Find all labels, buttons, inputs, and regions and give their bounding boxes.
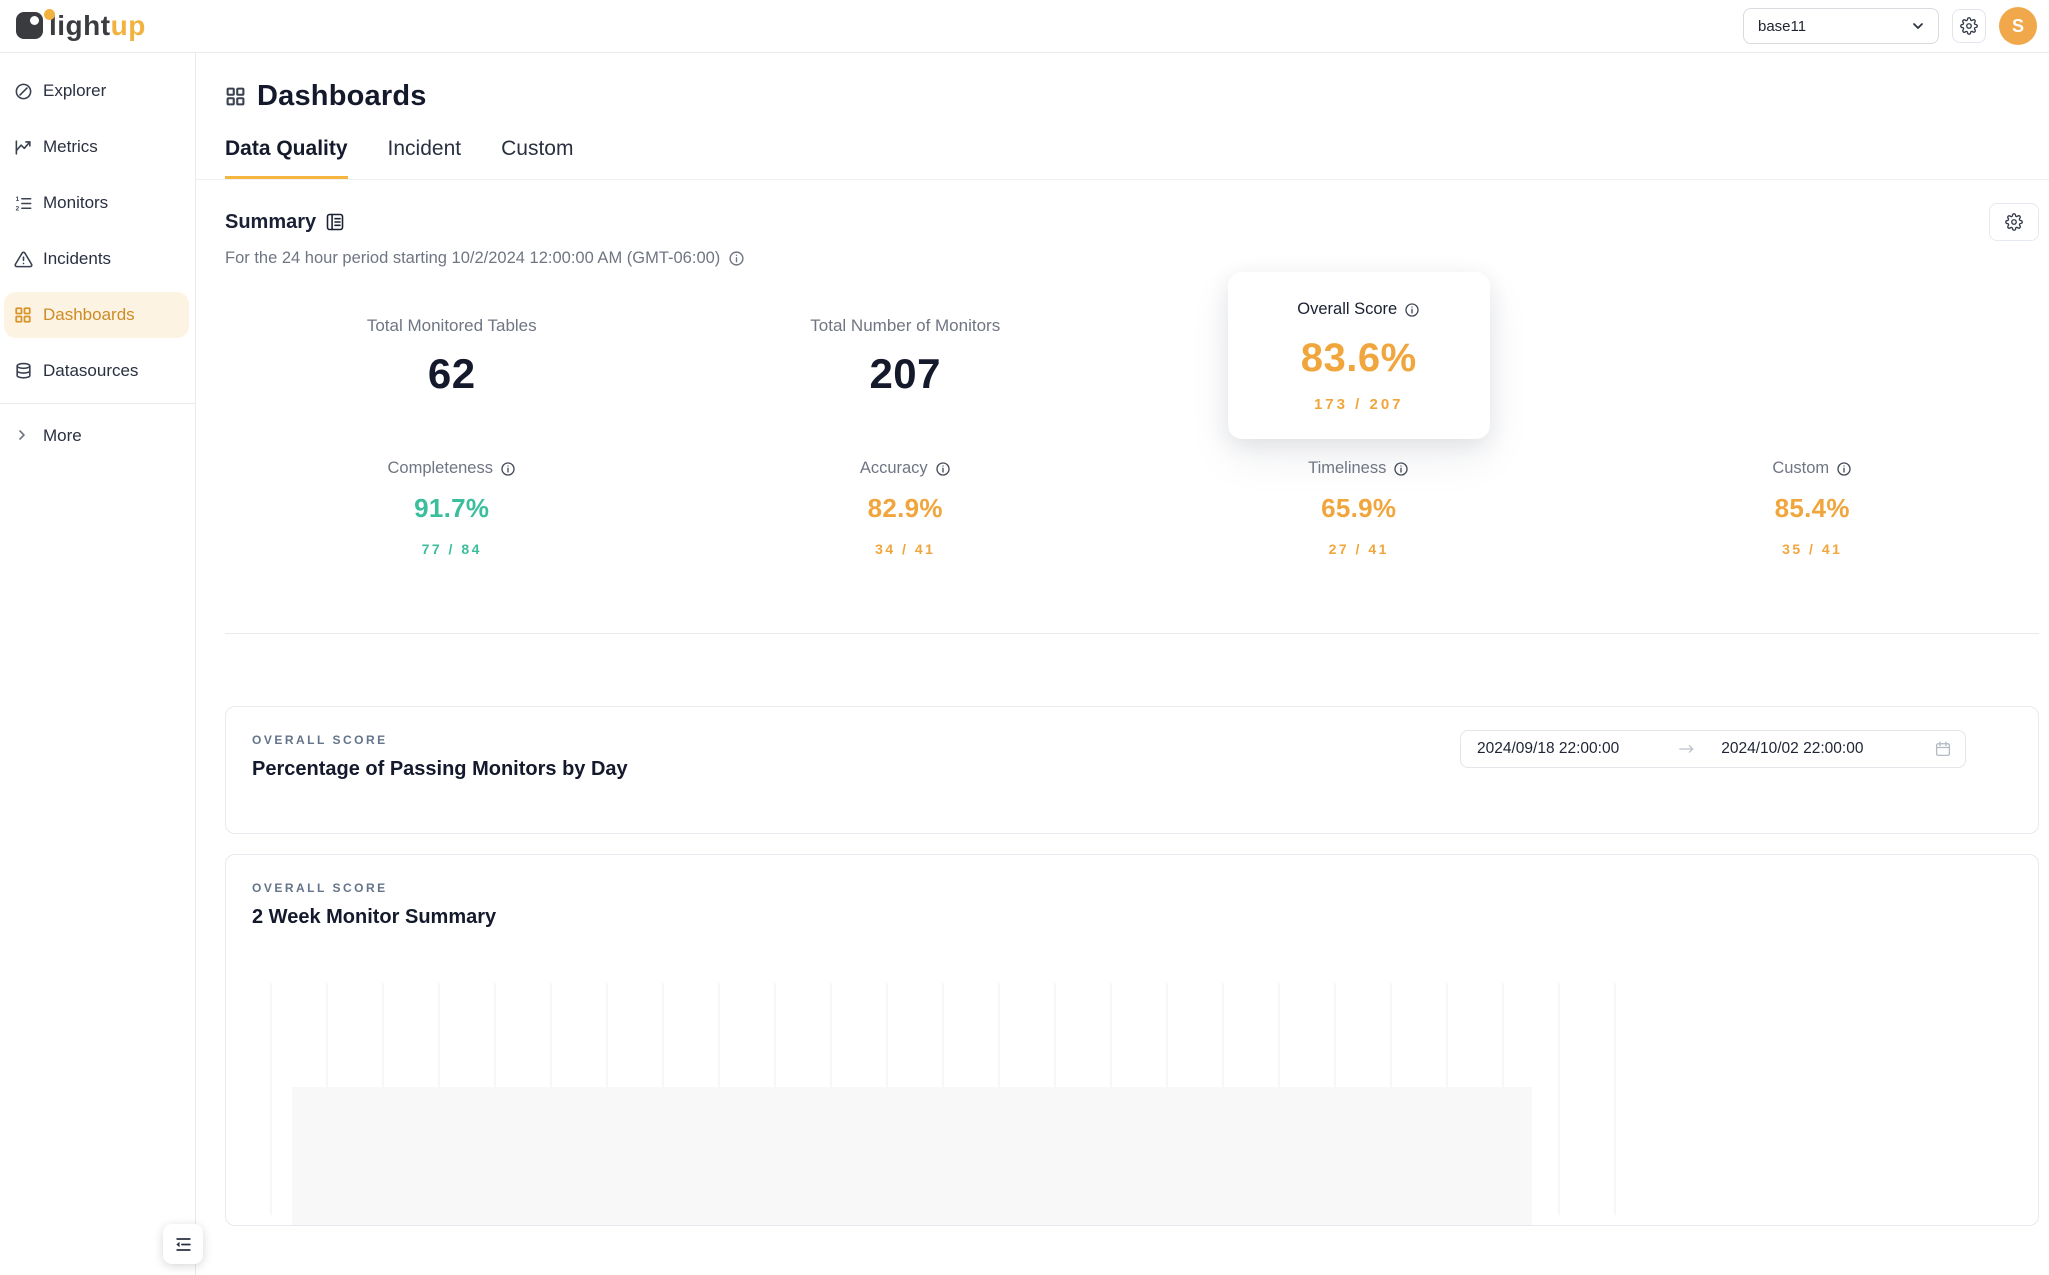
svg-text:2: 2 — [16, 205, 20, 212]
card-title: 2 Week Monitor Summary — [252, 906, 2012, 929]
metric-completeness: Completeness 91.7% 77 / 84 — [225, 459, 679, 557]
lightup-logo-dot-icon — [44, 9, 55, 20]
warning-triangle-icon — [14, 250, 33, 269]
stat-value: 62 — [225, 350, 679, 398]
section-divider — [225, 633, 2039, 634]
info-icon[interactable] — [1404, 302, 1420, 318]
stat-label: Total Number of Monitors — [679, 316, 1133, 336]
dashboards-grid-icon — [225, 86, 246, 107]
overall-score-value: 83.6% — [1244, 336, 1474, 381]
date-range-picker[interactable]: 2024/09/18 22:00:00 2024/10/02 22:00:00 — [1460, 730, 1966, 768]
user-avatar[interactable]: S — [1999, 7, 2037, 45]
tab-bar: Data Quality Incident Custom — [196, 137, 2049, 180]
stat-value: 207 — [679, 350, 1133, 398]
summary-metrics-row: Completeness 91.7% 77 / 84 Accuracy 82.9… — [196, 459, 2049, 557]
sidebar-item-explorer[interactable]: Explorer — [0, 63, 195, 119]
metric-accuracy: Accuracy 82.9% 34 / 41 — [679, 459, 1133, 557]
sidebar-item-label: Monitors — [43, 193, 108, 213]
compass-icon — [14, 82, 33, 101]
stat-label: Total Monitored Tables — [225, 316, 679, 336]
passing-monitors-by-day-card: OVERALL SCORE Percentage of Passing Moni… — [225, 706, 2039, 834]
info-icon[interactable] — [935, 461, 951, 477]
sidebar-item-label: Metrics — [43, 137, 98, 157]
overall-score-label: Overall Score — [1297, 300, 1397, 319]
page-title: Dashboards — [257, 80, 427, 113]
overall-score-card: Overall Score 83.6% 173 / 207 — [1228, 272, 1490, 439]
sidebar-divider — [0, 403, 195, 404]
metric-label: Completeness — [388, 459, 493, 478]
date-range-end-input[interactable]: 2024/10/02 22:00:00 — [1721, 740, 1863, 758]
two-week-monitor-summary-card: OVERALL SCORE 2 Week Monitor Summary — [225, 854, 2039, 1226]
summary-settings-button[interactable] — [1989, 203, 2039, 241]
gear-icon — [2005, 213, 2023, 231]
sidebar-item-label: Explorer — [43, 81, 106, 101]
collapse-sidebar-button[interactable] — [163, 1224, 203, 1264]
workspace-select-value: base11 — [1758, 18, 1806, 35]
info-icon[interactable] — [1393, 461, 1409, 477]
metric-value: 91.7% — [225, 493, 679, 524]
info-icon[interactable] — [500, 461, 516, 477]
metric-custom: Custom 85.4% 35 / 41 — [1586, 459, 2040, 557]
menu-fold-icon — [174, 1235, 193, 1254]
main-content: Dashboards Data Quality Incident Custom … — [196, 53, 2049, 1275]
sidebar: Explorer Metrics 12 Monitors — [0, 53, 196, 1275]
metric-value: 82.9% — [679, 493, 1133, 524]
stat-total-number-of-monitors: Total Number of Monitors 207 — [679, 316, 1133, 439]
summary-table-icon — [325, 212, 345, 232]
metric-fraction: 34 / 41 — [679, 541, 1133, 557]
sidebar-item-label: Dashboards — [43, 305, 135, 325]
ordered-list-icon: 12 — [14, 194, 33, 213]
date-range-start-input[interactable]: 2024/09/18 22:00:00 — [1477, 740, 1619, 758]
line-chart-icon — [14, 138, 33, 157]
sidebar-item-label: Datasources — [43, 361, 138, 381]
metric-label: Timeliness — [1308, 459, 1386, 478]
lightup-logo-text: lightup — [49, 5, 146, 47]
sidebar-item-incidents[interactable]: Incidents — [0, 231, 195, 287]
summary-period-text: For the 24 hour period starting 10/2/202… — [225, 249, 720, 268]
summary-totals-row: Total Monitored Tables 62 Total Number o… — [196, 316, 2049, 439]
calendar-icon[interactable] — [1934, 740, 1952, 758]
lightup-logo[interactable]: lightup — [16, 5, 146, 47]
database-icon — [14, 362, 33, 381]
chevron-down-icon — [1910, 18, 1926, 34]
tab-incident[interactable]: Incident — [388, 137, 462, 179]
sidebar-item-metrics[interactable]: Metrics — [0, 119, 195, 175]
metric-value: 65.9% — [1132, 493, 1586, 524]
info-icon[interactable] — [728, 250, 745, 267]
sidebar-item-datasources[interactable]: Datasources — [0, 343, 195, 399]
overall-score-fraction: 173 / 207 — [1244, 396, 1474, 413]
empty-cell — [1586, 316, 2040, 439]
info-icon[interactable] — [1836, 461, 1852, 477]
sidebar-item-more[interactable]: More — [0, 408, 195, 464]
chart-loading-placeholder — [292, 1087, 1532, 1226]
sidebar-item-dashboards[interactable]: Dashboards — [0, 287, 195, 343]
gear-icon — [1960, 17, 1978, 35]
stat-total-monitored-tables: Total Monitored Tables 62 — [225, 316, 679, 439]
svg-text:1: 1 — [16, 196, 20, 203]
grid-icon — [14, 306, 33, 325]
metric-fraction: 35 / 41 — [1586, 541, 2040, 557]
metric-fraction: 77 / 84 — [225, 541, 679, 557]
top-bar: lightup base11 S — [0, 0, 2049, 53]
metric-label: Accuracy — [860, 459, 928, 478]
metric-value: 85.4% — [1586, 493, 2040, 524]
summary-title: Summary — [225, 211, 316, 234]
chevron-right-icon — [14, 427, 33, 446]
sidebar-item-label: Incidents — [43, 249, 111, 269]
sidebar-more-label: More — [43, 426, 82, 446]
metric-timeliness: Timeliness 65.9% 27 / 41 — [1132, 459, 1586, 557]
metric-label: Custom — [1772, 459, 1829, 478]
arrow-right-icon — [1679, 743, 1695, 755]
settings-button[interactable] — [1952, 9, 1986, 43]
sidebar-item-monitors[interactable]: 12 Monitors — [0, 175, 195, 231]
metric-fraction: 27 / 41 — [1132, 541, 1586, 557]
tab-data-quality[interactable]: Data Quality — [225, 137, 348, 179]
workspace-select[interactable]: base11 — [1743, 8, 1939, 44]
lightup-logo-icon — [16, 12, 43, 39]
tab-custom[interactable]: Custom — [501, 137, 573, 179]
card-eyebrow: OVERALL SCORE — [252, 881, 2012, 895]
